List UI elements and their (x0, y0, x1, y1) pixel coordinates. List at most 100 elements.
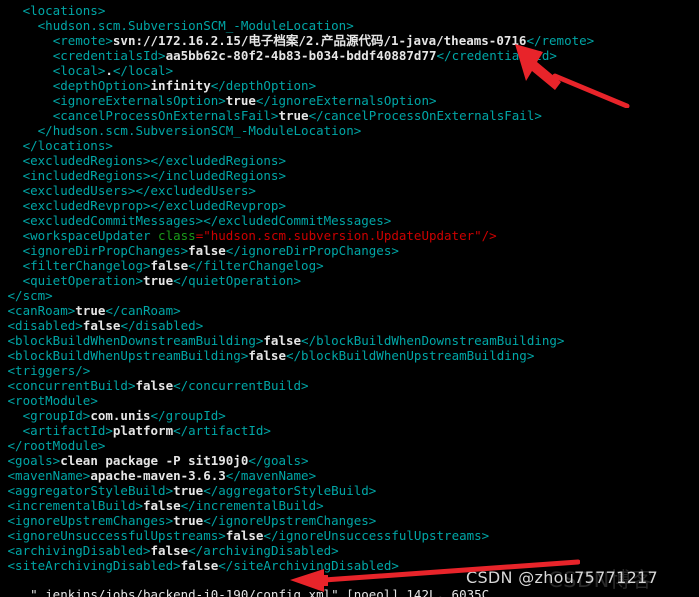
code-line: <hudson.scm.SubversionSCM_-ModuleLocatio… (0, 18, 699, 33)
code-token-tag: </disabled> (120, 318, 204, 333)
code-token-tag: </ignoreUpstremChanges> (203, 513, 377, 528)
status-line-text: ".jenkins/jobs/backend-j0-190/config.xml… (30, 587, 490, 597)
code-line: <ignoreDirPropChanges>false</ignoreDirPr… (0, 243, 699, 258)
code-line: <excludedRevprop></excludedRevprop> (0, 198, 699, 213)
code-token-tag: </mavenName> (225, 468, 317, 483)
code-line-indent (0, 48, 53, 63)
code-line-indent (0, 273, 23, 288)
code-line-indent (0, 63, 53, 78)
code-line: </scm> (0, 288, 699, 303)
code-line-indent (0, 213, 23, 228)
code-line: <excludedCommitMessages></excludedCommit… (0, 213, 699, 228)
code-line-indent (0, 378, 8, 393)
code-line-indent (0, 168, 23, 183)
code-token-txt: true (278, 108, 309, 123)
code-token-attr: class (158, 228, 196, 243)
code-line-indent (0, 3, 23, 18)
code-line: <mavenName>apache-maven-3.6.3</mavenName… (0, 468, 699, 483)
code-token-tag: <goals> (7, 453, 61, 468)
code-token-tag: <triggers/> (7, 363, 91, 378)
code-token-txt: true (143, 273, 174, 288)
code-line-indent (0, 78, 53, 93)
code-line: <archivingDisabled>false</archivingDisab… (0, 543, 699, 558)
code-line-indent (0, 423, 23, 438)
code-line-indent (0, 243, 23, 258)
code-line-indent (0, 363, 8, 378)
code-line-indent (0, 333, 8, 348)
code-line: <artifactId>platform</artifactId> (0, 423, 699, 438)
code-line: </rootModule> (0, 438, 699, 453)
code-token-txt: false (263, 333, 302, 348)
code-token-tag: </groupId> (150, 408, 226, 423)
code-token-tag: </credentialsId> (436, 48, 557, 63)
code-token-txt: true (173, 513, 204, 528)
code-token-tag: </local> (112, 63, 174, 78)
code-line: <locations> (0, 3, 699, 18)
code-token-tag: </cancelProcessOnExternalsFail> (308, 108, 542, 123)
code-token-txt: false (150, 258, 189, 273)
code-token-tag: <aggregatorStyleBuild> (7, 483, 174, 498)
code-line: <goals>clean package -P sit190j0</goals> (0, 453, 699, 468)
code-line: <blockBuildWhenDownstreamBuilding>false<… (0, 333, 699, 348)
code-token-txt: false (135, 378, 174, 393)
code-token-tag: <includedRegions></includedRegions> (22, 168, 286, 183)
code-token-txt: aa5bb62c-80f2-4b83-b034-bddf40887d77 (165, 48, 437, 63)
code-token-tag: </quietOperation> (173, 273, 302, 288)
code-line: <excludedUsers></excludedUsers> (0, 183, 699, 198)
code-line-indent (0, 18, 38, 33)
code-token-tag: <archivingDisabled> (7, 543, 151, 558)
code-line: <incrementalBuild>false</incrementalBuil… (0, 498, 699, 513)
code-token-tag: </remote> (526, 33, 595, 48)
code-token-tag: <ignoreUnsuccessfulUpstreams> (7, 528, 226, 543)
code-token-txt: com.unis (90, 408, 151, 423)
code-token-tag: <cancelProcessOnExternalsFail> (52, 108, 279, 123)
code-token-txt: true (173, 483, 204, 498)
code-token-txt: platform (112, 423, 174, 438)
code-token-tag: <ignoreExternalsOption> (52, 93, 226, 108)
code-line-indent (0, 348, 8, 363)
xml-code-area[interactable]: <locations> <hudson.scm.SubversionSCM_-M… (0, 0, 699, 573)
code-token-tag: <quietOperation> (22, 273, 143, 288)
code-token-tag: <groupId> (22, 408, 91, 423)
code-token-tag: <filterChangelog> (22, 258, 151, 273)
code-token-tag: </archivingDisabled> (188, 543, 339, 558)
code-line: <filterChangelog>false</filterChangelog> (0, 258, 699, 273)
code-token-tag: <ignoreDirPropChanges> (22, 243, 189, 258)
csdn-watermark: CSDN @zhou75771217 (466, 568, 659, 587)
code-token-tag: </concurrentBuild> (173, 378, 309, 393)
code-line: <groupId>com.unis</groupId> (0, 408, 699, 423)
code-token-txt: false (143, 498, 181, 513)
code-token-tag: <credentialsId> (52, 48, 166, 63)
code-line-indent (0, 393, 8, 408)
code-line: <quietOperation>true</quietOperation> (0, 273, 699, 288)
code-token-tag: <local> (52, 63, 106, 78)
code-token-tag: <excludedRegions></excludedRegions> (22, 153, 286, 168)
code-line-indent (0, 123, 38, 138)
code-token-tag: </incrementalBuild> (180, 498, 324, 513)
code-line-indent (0, 483, 8, 498)
code-line: <aggregatorStyleBuild>true</aggregatorSt… (0, 483, 699, 498)
code-token-tag: <hudson.scm.SubversionSCM_-ModuleLocatio… (37, 18, 354, 33)
code-token-tag: </blockBuildWhenDownstreamBuilding> (301, 333, 565, 348)
terminal-window[interactable]: <locations> <hudson.scm.SubversionSCM_-M… (0, 0, 699, 597)
code-line: <rootModule> (0, 393, 699, 408)
code-line-indent (0, 198, 23, 213)
code-line-indent (0, 153, 23, 168)
code-token-tag: <rootModule> (7, 393, 98, 408)
code-line: <credentialsId>aa5bb62c-80f2-4b83-b034-b… (0, 48, 699, 63)
code-token-tag: <excludedUsers></excludedUsers> (22, 183, 256, 198)
code-line-indent (0, 33, 53, 48)
code-token-txt: false (82, 318, 121, 333)
code-token-tag: <depthOption> (52, 78, 151, 93)
code-line: <canRoam>true</canRoam> (0, 303, 699, 318)
vim-status-line: ".jenkins/jobs/backend-j0-190/config.xml… (0, 571, 489, 597)
code-line-indent (0, 408, 23, 423)
code-token-txt: false (188, 243, 226, 258)
code-token-tag: <excludedRevprop></excludedRevprop> (22, 198, 286, 213)
code-token-tag: <mavenName> (7, 468, 91, 483)
code-token-tag: </hudson.scm.SubversionSCM_-ModuleLocati… (37, 123, 362, 138)
code-line-indent (0, 318, 8, 333)
code-line-indent (0, 138, 23, 153)
code-line: <triggers/> (0, 363, 699, 378)
code-token-tag: <excludedCommitMessages></excludedCommit… (22, 213, 392, 228)
